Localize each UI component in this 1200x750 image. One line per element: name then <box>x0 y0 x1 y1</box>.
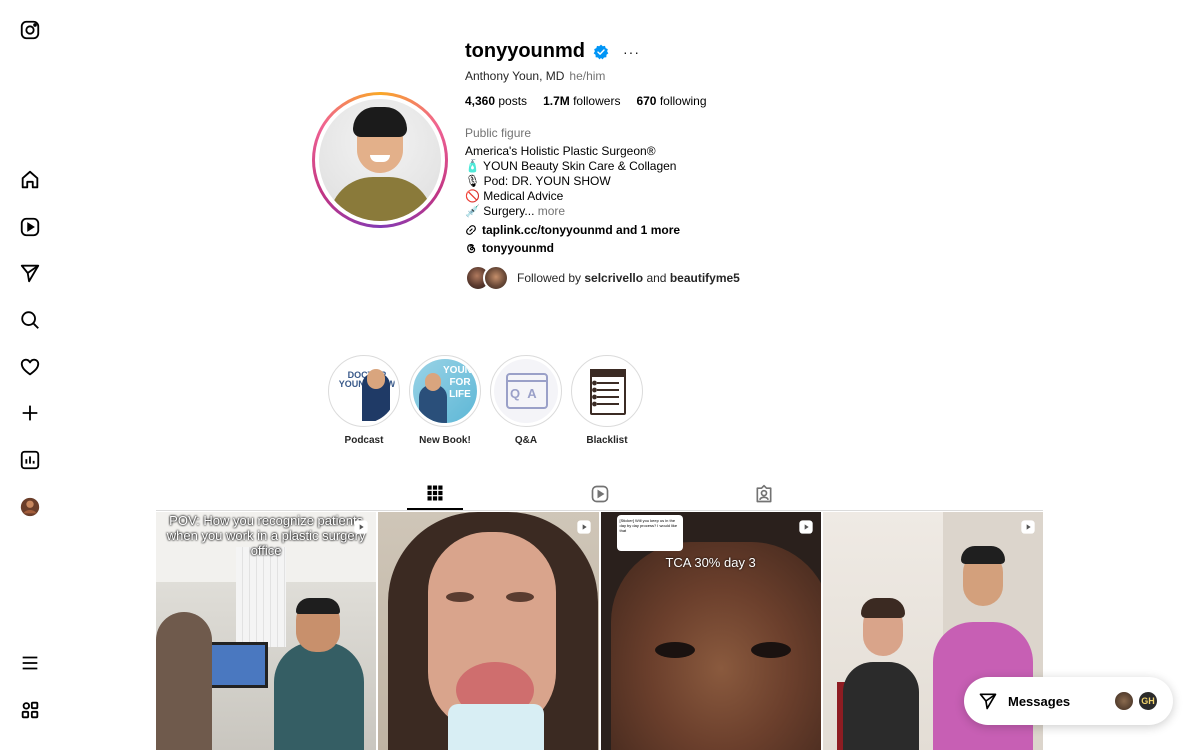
external-link-text: taplink.cc/tonyyounmd and 1 more <box>482 223 681 237</box>
post-caption: TCA 30% day 3 <box>665 555 756 570</box>
highlight-label: Podcast <box>344 435 384 446</box>
notifications-heart-icon[interactable] <box>15 352 45 382</box>
post-tile[interactable] <box>378 512 599 750</box>
profile-picture[interactable] <box>312 92 448 228</box>
reel-indicator-icon <box>799 520 813 534</box>
reel-indicator-icon <box>1021 520 1035 534</box>
home-icon[interactable] <box>15 165 45 195</box>
direct-send-icon[interactable] <box>15 258 45 288</box>
highlight-label: New Book! <box>419 435 471 446</box>
bio-line: America's Holistic Plastic Surgeon® <box>465 144 656 158</box>
highlight-new-book[interactable]: YOUNGER FOR LIFE New Book! <box>409 355 481 446</box>
tab-reels[interactable] <box>572 478 628 510</box>
following-stat[interactable]: 670 following <box>636 94 706 108</box>
threads-handle: tonyyounmd <box>482 241 554 255</box>
left-navigation-rail <box>0 0 60 750</box>
search-icon[interactable] <box>15 305 45 335</box>
reels-icon[interactable] <box>15 212 45 242</box>
messages-button[interactable]: Messages GH <box>964 677 1173 725</box>
followed-by-text: Followed by selcrivello and beautifyme5 <box>517 271 740 285</box>
grid-icon <box>427 485 443 501</box>
link-icon <box>466 225 476 235</box>
tab-tagged[interactable] <box>736 478 792 510</box>
followed-by-row[interactable]: Followed by selcrivello and beautifyme5 <box>465 265 740 291</box>
bio-line: 💉 Surgery... more <box>465 204 566 218</box>
highlight-label: Q&A <box>514 435 538 446</box>
message-contact-avatar: GH <box>1137 690 1159 712</box>
also-from-meta-grid-icon[interactable] <box>15 695 45 725</box>
posts-grid: POV: How you recognize patients when you… <box>156 512 1043 750</box>
instagram-logo-icon[interactable] <box>15 15 45 45</box>
tagged-user-icon <box>756 484 772 503</box>
highlight-cover-text: Q A <box>510 386 539 401</box>
follower-avatar <box>483 265 509 291</box>
tabs-divider <box>156 510 1043 511</box>
follower-link[interactable]: selcrivello <box>584 271 643 285</box>
tab-posts-grid[interactable] <box>407 478 463 510</box>
reels-icon <box>591 485 609 503</box>
dashboard-insights-icon[interactable] <box>15 445 45 475</box>
profile-avatar-icon[interactable] <box>15 492 45 522</box>
pronouns: he/him <box>569 69 606 83</box>
profile-bio: America's Holistic Plastic Surgeon® 🧴 YO… <box>465 144 676 219</box>
follower-link[interactable]: beautifyme5 <box>670 271 740 285</box>
highlight-podcast[interactable]: DOCTOR YOUN SHOW Podcast <box>328 355 400 446</box>
threads-link[interactable]: tonyyounmd <box>465 241 554 255</box>
messages-label: Messages <box>1008 693 1071 709</box>
post-caption: POV: How you recognize patients when you… <box>166 513 366 558</box>
profile-username: tonyyounmd <box>465 40 585 62</box>
bio-line: 🎙 Pod: DR. YOUN SHOW <box>465 174 611 188</box>
highlight-label: Blacklist <box>586 435 628 446</box>
question-sticker: [Sticker] Will you keep us in the day by… <box>616 515 683 551</box>
options-more-icon[interactable]: ··· <box>623 44 640 60</box>
reel-indicator-icon <box>354 520 368 534</box>
post-tile[interactable]: [Sticker] Will you keep us in the day by… <box>600 512 821 750</box>
menu-hamburger-icon[interactable] <box>15 648 45 678</box>
external-link[interactable]: taplink.cc/tonyyounmd and 1 more <box>465 223 680 237</box>
highlight-blacklist[interactable]: Blacklist <box>571 355 643 446</box>
create-plus-icon[interactable] <box>15 398 45 428</box>
followers-stat[interactable]: 1.7M followers <box>543 94 620 108</box>
reel-indicator-icon <box>576 520 591 534</box>
profile-stats: 4,360 posts 1.7M followers 670 following <box>465 94 707 108</box>
full-name-row: Anthony Youn, MD he/him <box>465 69 605 83</box>
post-tile[interactable]: POV: How you recognize patients when you… <box>156 512 377 750</box>
posts-stat: 4,360 posts <box>465 94 528 108</box>
username-row: tonyyounmd ··· <box>465 40 640 63</box>
verified-badge-icon <box>593 44 609 59</box>
message-contact-avatar <box>1113 690 1135 712</box>
direct-send-icon <box>979 693 997 710</box>
highlight-cover-text: YOUNGER FOR LIFE <box>443 365 477 400</box>
threads-icon <box>467 243 476 254</box>
full-name: Anthony Youn, MD <box>465 69 565 83</box>
bio-line: 🚫 Medical Advice <box>465 189 564 203</box>
bio-line: 🧴 YOUN Beauty Skin Care & Collagen <box>465 159 677 173</box>
highlight-qa[interactable]: Q A Q&A <box>490 355 562 446</box>
bio-more-link[interactable]: more <box>538 204 565 218</box>
profile-category: Public figure <box>465 126 532 140</box>
